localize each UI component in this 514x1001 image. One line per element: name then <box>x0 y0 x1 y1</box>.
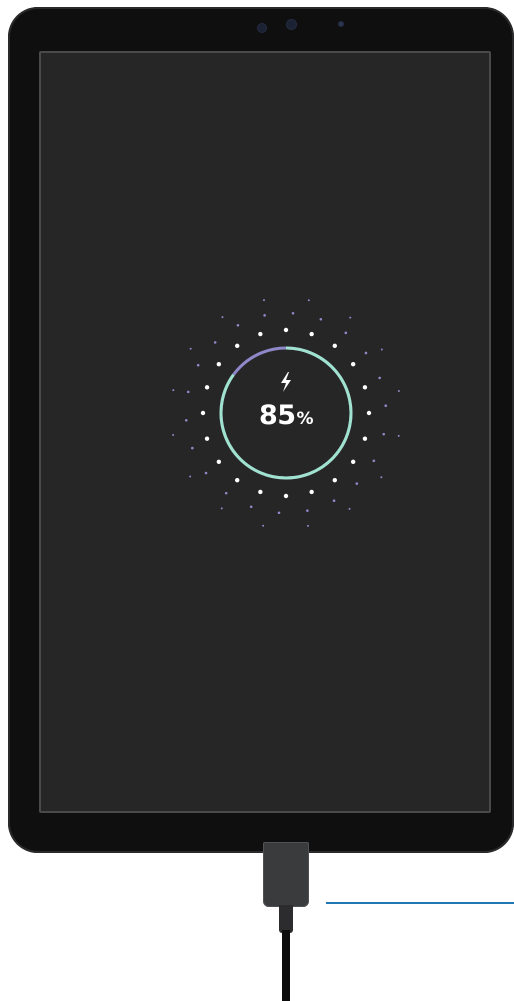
camera-bar <box>8 7 514 51</box>
front-camera-icon <box>258 24 266 32</box>
cable-strain-relief <box>279 905 293 933</box>
charging-cable <box>282 930 290 1001</box>
sensor-icon <box>287 20 296 29</box>
usb-c-connector <box>263 842 309 907</box>
light-sensor-icon <box>339 22 343 26</box>
tablet-illustration: 85% <box>0 0 514 1001</box>
callout-line <box>326 902 514 904</box>
battery-percent-sign: % <box>296 409 314 429</box>
lightning-bolt-icon <box>281 372 291 392</box>
screen <box>39 51 491 813</box>
battery-percent-value: 85 <box>258 400 296 431</box>
battery-percent: 85% <box>246 400 326 431</box>
